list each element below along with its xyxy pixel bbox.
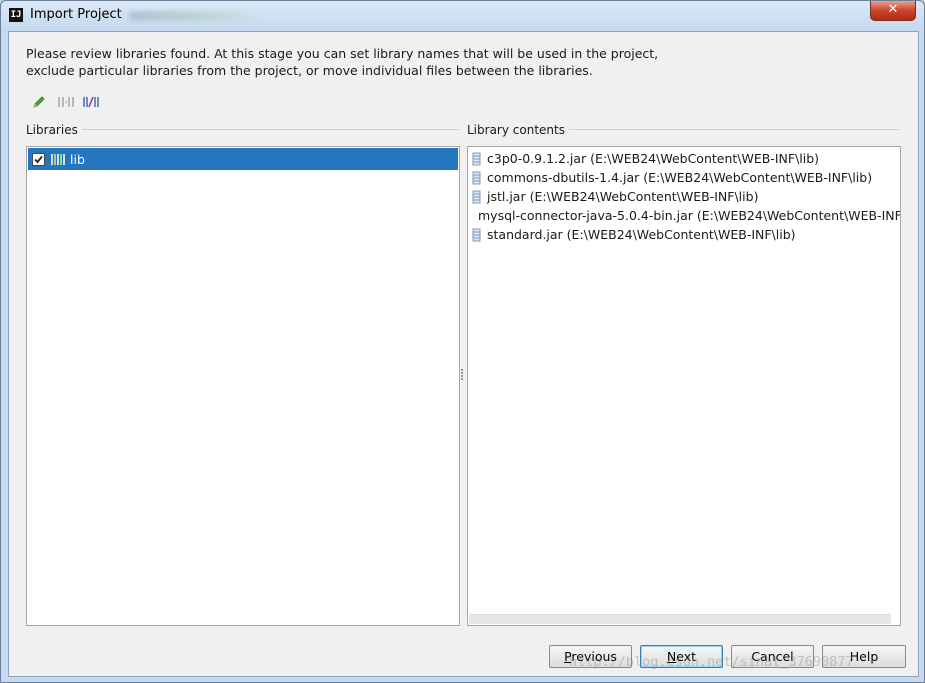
library-item-lib[interactable]: lib	[28, 148, 458, 170]
import-project-window: IJ Import Project ✕ Please review librar…	[0, 0, 925, 683]
watermark-text: http://blog.csdn.net/sinat_37690877	[569, 654, 854, 670]
jar-file-icon	[472, 152, 481, 165]
library-contents-label: Library contents	[467, 123, 569, 137]
description-line-1: Please review libraries found. At this s…	[26, 46, 659, 61]
list-item[interactable]: mysql-connector-java-5.0.4-bin.jar (E:\W…	[472, 206, 900, 225]
edit-library-button[interactable]	[29, 92, 49, 112]
library-icon	[51, 154, 65, 165]
jar-name: commons-dbutils-1.4.jar (E:\WEB24\WebCon…	[487, 170, 873, 185]
library-checkbox[interactable]	[32, 152, 45, 166]
checkmark-icon	[34, 155, 43, 163]
splitter-handle[interactable]	[460, 368, 464, 382]
jar-list: c3p0-0.9.1.2.jar (E:\WEB24\WebContent\WE…	[472, 149, 900, 244]
close-button[interactable]: ✕	[870, 1, 916, 21]
jar-name: c3p0-0.9.1.2.jar (E:\WEB24\WebContent\WE…	[487, 151, 820, 166]
blurred-title-region	[129, 11, 259, 21]
edit-icon	[33, 96, 45, 108]
move-files-icon	[83, 96, 99, 108]
jar-file-icon	[472, 190, 481, 203]
title-bar[interactable]: IJ Import Project ✕	[1, 1, 924, 31]
libraries-separator	[76, 129, 459, 130]
window-title: Import Project	[30, 7, 122, 22]
jar-name: jstl.jar (E:\WEB24\WebContent\WEB-INF\li…	[487, 189, 759, 204]
split-library-icon	[58, 97, 74, 107]
move-files-button[interactable]	[81, 92, 101, 112]
jar-name: mysql-connector-java-5.0.4-bin.jar (E:\W…	[478, 208, 900, 223]
description-line-2: exclude particular libraries from the pr…	[26, 63, 593, 78]
library-contents-separator	[557, 129, 899, 130]
list-item[interactable]: c3p0-0.9.1.2.jar (E:\WEB24\WebContent\WE…	[472, 149, 900, 168]
list-item[interactable]: jstl.jar (E:\WEB24\WebContent\WEB-INF\li…	[472, 187, 900, 206]
list-item[interactable]: commons-dbutils-1.4.jar (E:\WEB24\WebCon…	[472, 168, 900, 187]
intellij-app-icon: IJ	[9, 8, 23, 22]
jar-file-icon	[472, 228, 481, 241]
library-contents-list[interactable]: c3p0-0.9.1.2.jar (E:\WEB24\WebContent\WE…	[467, 146, 901, 626]
jar-file-icon	[472, 171, 481, 184]
description-text: Please review libraries found. At this s…	[26, 45, 658, 79]
library-name: lib	[70, 151, 85, 167]
split-library-button[interactable]	[56, 92, 76, 112]
list-item[interactable]: standard.jar (E:\WEB24\WebContent\WEB-IN…	[472, 225, 900, 244]
libraries-tree[interactable]: lib	[26, 146, 460, 626]
jar-name: standard.jar (E:\WEB24\WebContent\WEB-IN…	[487, 227, 796, 242]
horizontal-scrollbar[interactable]	[469, 614, 891, 624]
libraries-label: Libraries	[26, 123, 82, 137]
dialog-content: Please review libraries found. At this s…	[8, 31, 919, 677]
